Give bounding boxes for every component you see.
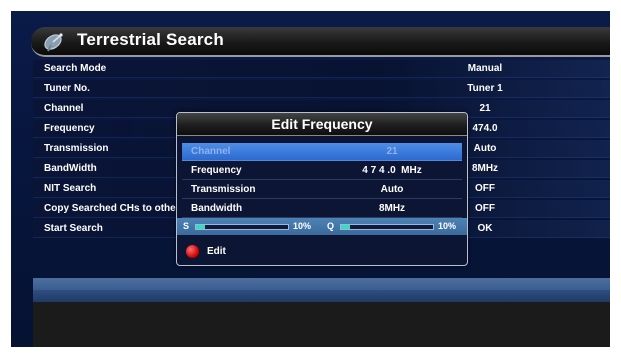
- title-bar: Terrestrial Search: [31, 27, 610, 57]
- quality-bar: [340, 224, 434, 230]
- dialog-row-value: 4 7 4 .0 MHz: [362, 165, 422, 176]
- dialog-row-label: Frequency: [191, 165, 242, 176]
- dialog-title: Edit Frequency: [177, 113, 467, 136]
- strength-bar-fill: [196, 225, 206, 229]
- quality-percent: 10%: [438, 221, 457, 231]
- dialog-row-label: Channel: [191, 146, 231, 157]
- row-value: Tuner 1: [467, 83, 503, 94]
- info-bar-bottom: [33, 290, 610, 302]
- satellite-dish-icon: [44, 33, 63, 52]
- strength-label: S: [183, 221, 190, 231]
- row-label: Tuner No.: [44, 83, 90, 94]
- strength-percent: 10%: [293, 221, 312, 231]
- dialog-row-value: 8MHz: [378, 203, 406, 214]
- row-label: Start Search: [44, 223, 103, 234]
- info-panel: [33, 302, 610, 347]
- quality-label: Q: [327, 221, 335, 231]
- dialog-row-frequency[interactable]: Frequency 4 7 4 .0 MHz: [182, 162, 462, 180]
- edit-label[interactable]: Edit: [207, 246, 226, 257]
- row-label: NIT Search: [44, 183, 97, 194]
- red-button-icon[interactable]: [186, 245, 199, 258]
- signal-indicator: S 10% Q 10%: [177, 218, 467, 235]
- row-label: Search Mode: [44, 63, 107, 74]
- dialog-row-transmission[interactable]: Transmission Auto: [182, 181, 462, 199]
- dialog-row-value: 21: [386, 146, 398, 157]
- dialog-row-label: Bandwidth: [191, 203, 243, 214]
- dialog-row-value: Auto: [380, 184, 404, 195]
- quality-bar-fill: [341, 225, 351, 229]
- row-tuner-no[interactable]: Tuner No. Tuner 1: [33, 80, 610, 98]
- info-bar-top: [33, 278, 610, 290]
- dialog-row-bandwidth[interactable]: Bandwidth 8MHz: [182, 200, 462, 218]
- row-label: Copy Searched CHs to other: [44, 203, 180, 214]
- dialog-row-channel[interactable]: Channel 21: [182, 143, 462, 161]
- row-label: Channel: [44, 103, 84, 114]
- row-search-mode[interactable]: Search Mode Manual: [33, 60, 610, 78]
- row-label: Transmission: [44, 143, 109, 154]
- row-label: Frequency: [44, 123, 95, 134]
- page-title: Terrestrial Search: [77, 30, 224, 49]
- strength-bar: [195, 224, 289, 230]
- edit-frequency-dialog: Edit Frequency Channel 21 Frequency 4 7 …: [176, 112, 468, 266]
- dialog-footer: Edit: [177, 240, 467, 264]
- dialog-row-label: Transmission: [191, 184, 256, 195]
- row-label: BandWidth: [44, 163, 97, 174]
- tv-screen: Terrestrial Search Search Mode Manual Tu…: [11, 11, 610, 347]
- row-value: Manual: [467, 63, 503, 74]
